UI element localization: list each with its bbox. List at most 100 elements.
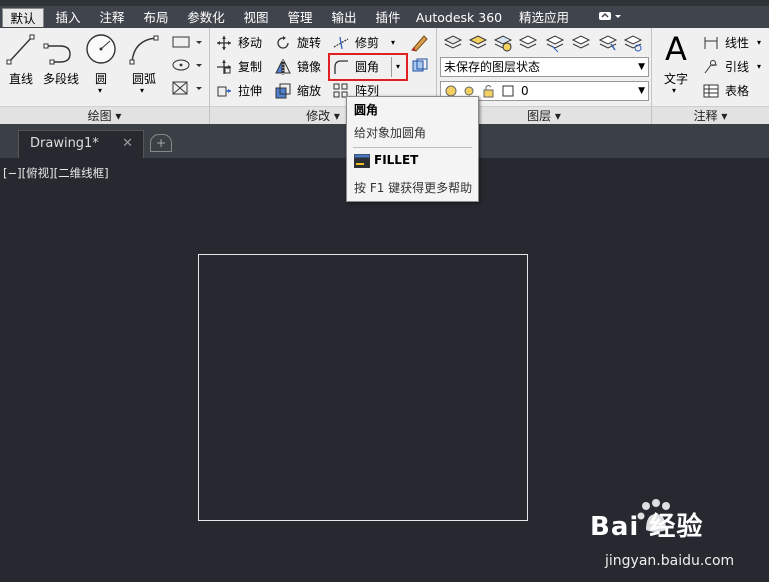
polyline-icon [43,43,71,65]
explode-button[interactable] [409,57,431,79]
arc-icon [129,35,159,65]
linear-dimension-icon [704,37,718,49]
tooltip-title: 圆角 [354,103,379,117]
new-tab-button[interactable]: + [150,134,172,152]
line-label: 直线 [8,72,33,86]
trim-label: 修剪 [355,36,380,50]
copy-label: 复制 [238,60,263,74]
fillet-tooltip: 圆角 给对象加圆角 FILLET 按 F1 键获得更多帮助 [346,96,479,202]
layer-freeze-button[interactable] [492,32,514,54]
move-icon [217,36,231,50]
layer-state-dropdown[interactable]: 未保存的图层状态 ▼ [440,57,649,77]
trim-icon [333,36,349,50]
arc-label: 圆弧 [131,72,156,86]
tab-autodesk-360[interactable]: Autodesk 360 [412,8,506,27]
layer-walk-button[interactable] [622,32,644,54]
leader-icon [704,60,717,74]
tab-view[interactable]: 视图 [236,8,276,27]
explode-icon [412,58,428,72]
layer-isolate-icon [468,35,488,49]
tab-default[interactable]: 默认 [2,8,44,27]
ribbon-toggle-icon [599,12,621,20]
circle-button[interactable]: 圆 ▾ [84,32,118,102]
line-button[interactable]: 直线 [4,32,38,102]
text-dropdown-icon[interactable]: ▾ [672,86,676,95]
watermark-url: jingyan.baidu.com [605,553,735,569]
polyline-button[interactable]: 多段线 [40,32,82,102]
copy-icon [217,60,231,74]
move-label: 移动 [238,36,263,50]
leader-dropdown-icon[interactable]: ▾ [757,57,761,77]
mirror-icon [275,59,291,75]
rectangle-icon [172,36,202,48]
stretch-label: 拉伸 [238,84,263,98]
layer-isolate-button[interactable] [467,32,489,54]
arc-dropdown-icon[interactable]: ▾ [140,86,144,95]
tooltip-description: 给对象加圆角 [354,126,427,140]
circle-dropdown-icon[interactable]: ▾ [98,86,102,95]
scale-label: 缩放 [297,84,322,98]
tab-output[interactable]: 输出 [324,8,364,27]
line-icon [6,34,35,65]
rotate-icon [277,36,289,49]
layer-match-icon [598,35,618,51]
baidu-watermark-logo: Bai 经验 [590,498,750,542]
table-icon [703,84,719,98]
ribbon-tab-bar: 默认 插入 注释 布局 参数化 视图 管理 输出 插件 Autodesk 360… [0,6,769,28]
tab-parametric[interactable]: 参数化 [180,8,232,27]
text-button[interactable]: A 文字 ▾ [656,32,696,104]
close-icon[interactable]: ✕ [122,131,133,157]
layer-unlock-button[interactable] [570,32,592,54]
ribbon-minimize-button[interactable] [594,8,626,27]
file-tab-drawing1[interactable]: Drawing1* ✕ [18,130,144,158]
layer-walk-icon [623,35,643,52]
rectangle-button[interactable] [170,33,202,55]
layer-unlock-icon [571,35,591,49]
annotation-panel-title[interactable]: 注释 ▾ [652,106,769,124]
layer-match-button[interactable] [597,32,619,54]
text-label: 文字 [663,72,688,86]
layer-state-value: 未保存的图层状态 [444,60,541,74]
scale-icon [275,83,291,99]
layer-off-icon [518,35,538,49]
viewport-controls[interactable]: [−][俯视][二维线框] [3,165,109,181]
tab-insert[interactable]: 插入 [48,8,88,27]
file-tab-label: Drawing1* [30,136,99,151]
tab-manage[interactable]: 管理 [280,8,320,27]
stretch-icon [217,86,231,97]
erase-button[interactable] [408,32,430,54]
chevron-down-icon: ▼ [638,86,645,96]
ellipse-icon [172,59,202,71]
eraser-icon [411,35,428,52]
draw-panel-title[interactable]: 绘图 ▾ [0,106,209,124]
layer-freeze-icon [493,35,513,52]
hatch-button[interactable] [170,56,202,78]
command-line-icon [354,154,370,168]
drawn-rectangle[interactable] [198,254,528,521]
tab-annotate[interactable]: 注释 [92,8,132,27]
arc-button[interactable]: 圆弧 ▾ [124,32,164,102]
tooltip-divider [353,147,472,148]
tab-layout[interactable]: 布局 [136,8,176,27]
trim-dropdown-icon[interactable]: ▾ [391,33,395,53]
hatch-icon [172,81,202,95]
layer-properties-button[interactable] [442,32,464,54]
mirror-label: 镜像 [297,60,322,74]
tab-featured-apps[interactable]: 精选应用 [512,8,576,27]
linear-dropdown-icon[interactable]: ▾ [757,33,761,53]
current-layer-name: 0 [521,84,529,98]
gradient-button[interactable] [170,79,202,101]
plus-icon: + [155,136,167,150]
text-icon: A [665,30,687,68]
layer-lock-button[interactable] [544,32,566,54]
linear-label: 线性 [725,36,750,50]
tab-plugins[interactable]: 插件 [368,8,408,27]
leader-label: 引线 [725,60,750,74]
layer-lock-icon [545,35,565,53]
fillet-highlight-box [328,53,408,81]
layer-off-button[interactable] [517,32,539,54]
tooltip-command: FILLET [374,153,419,167]
chevron-down-icon: ▼ [638,62,645,72]
table-label: 表格 [725,84,750,98]
layer-properties-icon [443,35,463,49]
